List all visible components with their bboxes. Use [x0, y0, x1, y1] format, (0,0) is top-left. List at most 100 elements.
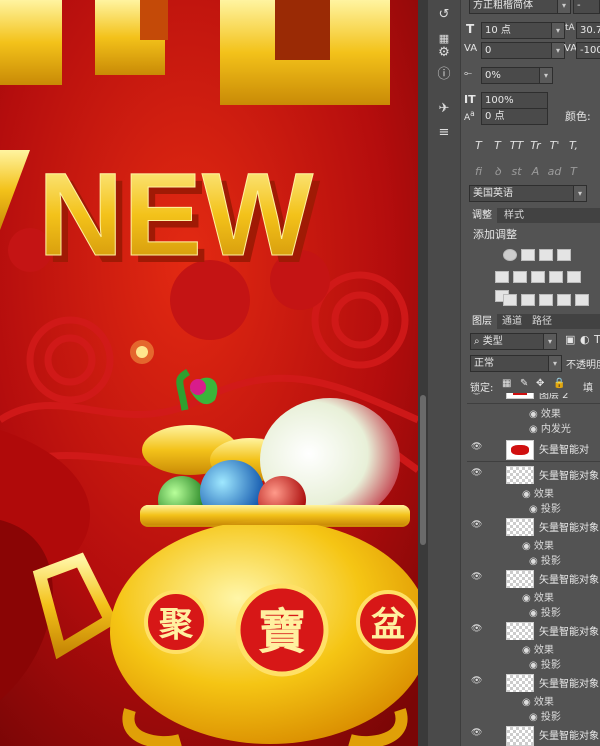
leading-field[interactable]: 30.7 — [576, 22, 600, 39]
font-size-dropdown[interactable]: ▾ — [551, 22, 565, 39]
curves-icon[interactable] — [539, 249, 553, 261]
filter-type-icon[interactable]: T — [594, 333, 600, 346]
lock-label: 锁定: — [470, 383, 494, 394]
discretionary-ligature-button[interactable]: ꝺ — [488, 164, 507, 179]
layer-thumbnail — [506, 466, 534, 486]
actions-icon[interactable]: ✈ — [434, 100, 454, 118]
subscript-button[interactable]: T, — [564, 139, 583, 152]
baseline-shift-field[interactable]: 0 点 — [481, 108, 548, 125]
info-icon[interactable]: ⓘ — [434, 66, 454, 84]
layer-name: 矢量智能对象 — [539, 679, 599, 690]
kerning-field[interactable]: 0 — [481, 42, 553, 59]
blend-mode-field[interactable]: 正常 — [470, 355, 550, 372]
invert-icon[interactable] — [503, 294, 517, 306]
faux-bold-button[interactable]: T — [469, 139, 488, 152]
baseline-scale-dropdown[interactable]: ▾ — [539, 67, 553, 84]
layer-effects-row[interactable]: ◉ 效果 — [467, 692, 600, 708]
tracking-field[interactable]: -100 — [576, 42, 600, 59]
layer-filter-field[interactable]: ⌕ 类型 — [470, 333, 545, 350]
layer-effect-item[interactable]: ◉ 内发光 — [467, 419, 600, 435]
superscript-button[interactable]: T' — [545, 139, 564, 152]
layer-name: 矢量智能对 — [539, 445, 589, 456]
lock-all-icon[interactable]: 🔒 — [553, 378, 565, 389]
layer-effects-row[interactable]: ◉ 效果 — [467, 640, 600, 656]
layer-effects-row[interactable]: ◉ 效果 — [467, 404, 600, 420]
black-white-icon[interactable] — [549, 271, 563, 283]
ornament-button[interactable]: T — [564, 165, 583, 178]
layer-effects-row[interactable]: ◉ 效果 — [467, 588, 600, 604]
swash-button[interactable]: st — [507, 165, 526, 178]
layer-effect-item[interactable]: ◉ 投影 — [467, 707, 600, 723]
titling-button[interactable]: ad — [545, 165, 564, 178]
scrollbar-thumb[interactable] — [420, 395, 426, 545]
visibility-eye-icon[interactable]: 👁 — [471, 520, 483, 530]
layer-row[interactable]: 👁 矢量智能对象 — [467, 722, 600, 746]
layer-effect-item[interactable]: ◉ 投影 — [467, 551, 600, 567]
baseline-shift-icon: Aa — [464, 109, 475, 123]
threshold-icon[interactable] — [539, 294, 553, 306]
properties-icon[interactable]: ≡ — [434, 124, 454, 142]
layer-effects-row[interactable]: ◉ 效果 — [467, 536, 600, 552]
hue-saturation-icon[interactable] — [513, 271, 527, 283]
lock-paint-icon[interactable]: ✎ — [520, 378, 528, 389]
visibility-eye-icon[interactable]: 👁 — [471, 728, 483, 738]
font-family-field[interactable]: 方正粗楷简体 — [469, 0, 562, 14]
all-caps-button[interactable]: TT — [507, 139, 526, 152]
vertical-scale-field[interactable]: 100% — [481, 92, 548, 109]
posterize-icon[interactable] — [521, 294, 535, 306]
font-size-field[interactable]: 10 点 — [481, 22, 553, 39]
faux-italic-button[interactable]: T — [488, 139, 507, 152]
tab-styles[interactable]: 样式 — [499, 208, 529, 223]
brush-presets-icon[interactable]: ⚙ — [434, 44, 454, 62]
layer-filter-dropdown[interactable]: ▾ — [543, 333, 557, 350]
visibility-eye-icon[interactable]: 👁 — [471, 442, 483, 452]
history-icon[interactable]: ↺ — [434, 6, 454, 24]
layers-list: 👁 图层 2 ◉ 效果 ◉ 内发光 👁 矢量智能对 👁 矢量智能对象 ◉ 效果 … — [467, 393, 600, 746]
exposure-icon[interactable] — [557, 249, 571, 261]
svg-text:盆: 盆 — [371, 605, 405, 645]
blend-mode-dropdown[interactable]: ▾ — [548, 355, 562, 372]
selective-color-icon[interactable] — [575, 294, 589, 306]
vibrance-icon[interactable] — [495, 271, 509, 283]
font-style-field[interactable]: - — [573, 0, 600, 14]
filter-pixel-icon[interactable]: ▣ — [565, 333, 575, 346]
layer-effects-row[interactable]: ◉ 效果 — [467, 484, 600, 500]
visibility-eye-icon[interactable]: 👁 — [471, 468, 483, 478]
photo-filter-icon[interactable] — [567, 271, 581, 283]
document-canvas[interactable]: NEW NEW 聚 寶 盆 — [0, 0, 418, 746]
lock-move-icon[interactable]: ✥ — [536, 378, 544, 389]
layer-effect-item[interactable]: ◉ 投影 — [467, 499, 600, 515]
layer-effect-item[interactable]: ◉ 投影 — [467, 603, 600, 619]
small-caps-button[interactable]: Tr — [526, 139, 545, 152]
baseline-scale-field[interactable]: 0% — [481, 67, 541, 84]
layer-row[interactable]: 👁 图层 2 — [467, 393, 600, 404]
tab-paths[interactable]: 路径 — [527, 314, 557, 329]
opacity-label: 不透明度 — [566, 360, 600, 371]
filter-adjustment-icon[interactable]: ◐ — [580, 333, 590, 346]
visibility-eye-icon[interactable]: 👁 — [471, 393, 483, 397]
tab-layers[interactable]: 图层 — [467, 314, 497, 329]
visibility-eye-icon[interactable]: 👁 — [471, 572, 483, 582]
visibility-eye-icon[interactable]: 👁 — [471, 676, 483, 686]
layer-name: 矢量智能对象 — [539, 523, 599, 534]
language-field[interactable]: 美国英语 — [469, 185, 578, 202]
stylistic-alt-button[interactable]: A — [526, 165, 545, 178]
levels-icon[interactable] — [521, 249, 535, 261]
layer-row[interactable]: 👁 矢量智能对 — [467, 436, 600, 462]
ligature-button[interactable]: fi — [469, 165, 488, 178]
visibility-eye-icon[interactable]: 👁 — [471, 624, 483, 634]
language-dropdown[interactable]: ▾ — [573, 185, 587, 202]
font-family-dropdown[interactable]: ▾ — [557, 0, 571, 14]
inner-glow-label: ◉ 内发光 — [529, 424, 571, 435]
lock-transparent-icon[interactable]: ▦ — [502, 378, 511, 389]
brightness-icon[interactable] — [503, 249, 517, 261]
canvas-vertical-scrollbar[interactable] — [418, 0, 428, 746]
tab-channels[interactable]: 通道 — [497, 314, 527, 329]
gradient-map-icon[interactable] — [557, 294, 571, 306]
kerning-icon: VA — [464, 43, 478, 54]
tab-adjustments[interactable]: 调整 — [467, 208, 497, 223]
color-balance-icon[interactable] — [531, 271, 545, 283]
kerning-dropdown[interactable]: ▾ — [551, 42, 565, 59]
layer-effect-item[interactable]: ◉ 投影 — [467, 655, 600, 671]
layer-name: 矢量智能对象 — [539, 471, 599, 482]
